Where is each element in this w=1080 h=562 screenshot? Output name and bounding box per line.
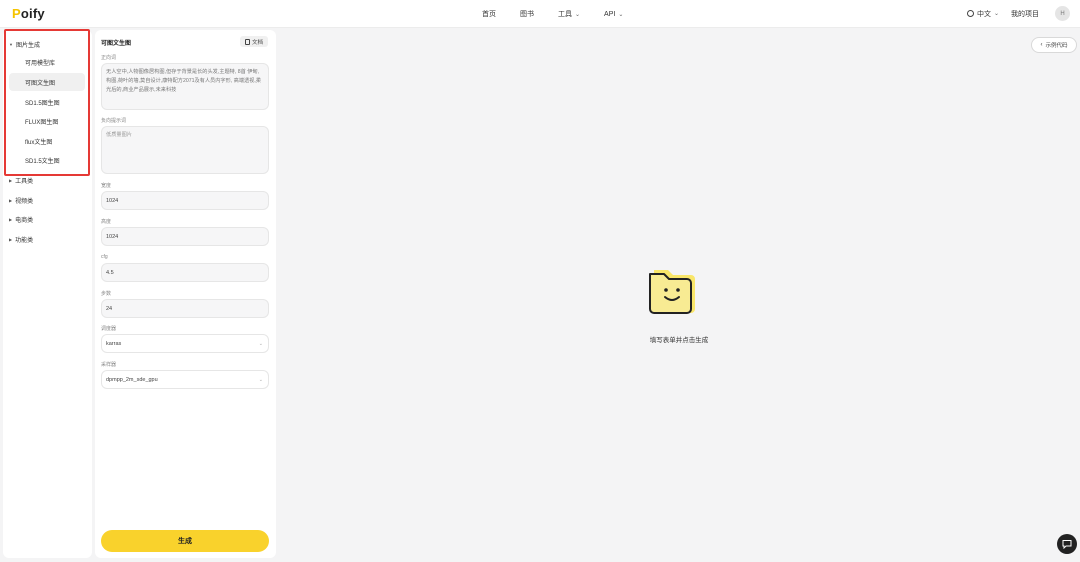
language-switch[interactable]: 中文 ⌄ (966, 9, 999, 19)
logo-text: oify (20, 6, 45, 21)
globe-icon (966, 10, 974, 17)
sidebar-item-flux-i2i[interactable]: FLUX图生图 (9, 112, 85, 130)
chevron-left-icon: ‹ (1040, 42, 1043, 48)
scheduler-label: 调度器 (101, 326, 117, 332)
steps-label: 步数 (101, 291, 112, 297)
book-icon (244, 38, 250, 45)
sampler-label: 采样器 (101, 362, 117, 368)
chat-button[interactable] (1057, 534, 1077, 554)
logo-mark: P (12, 6, 21, 21)
sample-code-button[interactable]: ‹ 示例代码 (1031, 37, 1077, 53)
empty-state-text: 填写表单并点击生成 (649, 337, 709, 344)
docs-button[interactable]: 文档 (240, 36, 268, 47)
top-bar: Poify 首页 图书 工具 ⌄ API ⌄ 中文 ⌄ 我的项目 H (0, 0, 1080, 28)
width-input[interactable]: 1024 (101, 191, 269, 210)
empty-folder-icon (644, 262, 704, 322)
nav-item-home[interactable]: 首页 (482, 9, 496, 19)
caret-right-icon: ▶ (9, 237, 13, 242)
form-panel: 可图文生图 文档 正向词 无人空中,人物图像居构图,但存于背景是长的头发,主题特… (95, 30, 276, 558)
chat-icon (1062, 540, 1072, 549)
caret-right-icon: ▶ (9, 217, 13, 222)
caret-right-icon: ▶ (9, 178, 13, 183)
my-projects-link[interactable]: 我的项目 (1011, 9, 1039, 19)
sidebar: ▼ 图片生成 可用模型库 可图文生图 SD1.5图生图 FLUX图生图 flux… (3, 30, 92, 558)
language-label: 中文 (976, 10, 991, 18)
prompt-textarea[interactable]: 无人空中,人物图像居构图,但存于背景是长的头发,主题特, 8首 伊甸,构图,荷叶… (101, 63, 269, 110)
nav-item-api[interactable]: API ⌄ (604, 9, 623, 19)
width-label: 宽度 (101, 183, 112, 189)
sidebar-item-kolors-t2i[interactable]: 可图文生图 (9, 73, 85, 91)
sidebar-group-image-gen[interactable]: ▼ 图片生成 (9, 40, 40, 49)
sidebar-item-sd15-t2i[interactable]: SD1.5文生图 (9, 151, 85, 169)
chevron-down-icon: ⌄ (258, 376, 263, 383)
cfg-input[interactable]: 4.5 (101, 263, 269, 282)
chevron-down-icon: ⌄ (993, 11, 999, 17)
nav-item-books[interactable]: 图书 (520, 9, 534, 19)
chevron-down-icon: ⌄ (258, 340, 263, 347)
chevron-down-icon: ⌄ (618, 11, 624, 18)
main-nav: 首页 图书 工具 ⌄ API ⌄ (482, 9, 647, 19)
sidebar-item-sd15-i2i[interactable]: SD1.5图生图 (9, 93, 85, 111)
height-input[interactable]: 1024 (101, 227, 269, 246)
sidebar-item-model-library[interactable]: 可用模型库 (9, 53, 85, 71)
sidebar-group-function[interactable]: ▶ 功能类 (9, 235, 33, 244)
negative-prompt-label: 负向提示词 (101, 118, 127, 124)
prompt-label: 正向词 (101, 55, 117, 61)
sidebar-group-tools[interactable]: ▶ 工具类 (9, 176, 33, 185)
generate-button[interactable]: 生成 (101, 530, 269, 552)
sidebar-item-flux-t2i[interactable]: flux文生图 (9, 132, 85, 150)
nav-item-tools[interactable]: 工具 ⌄ (558, 9, 580, 19)
chevron-down-icon: ⌄ (575, 11, 581, 18)
sampler-value: dpmpp_2m_sde_gpu (106, 376, 158, 383)
negative-prompt-textarea[interactable]: 低质量图片 (101, 126, 269, 174)
caret-right-icon: ▶ (9, 198, 13, 203)
cfg-label: cfg (101, 254, 108, 260)
scheduler-value: karras (106, 340, 122, 347)
height-label: 高度 (101, 219, 112, 225)
sidebar-group-ecommerce[interactable]: ▶ 电商类 (9, 215, 33, 224)
form-title: 可图文生图 (101, 41, 132, 47)
steps-input[interactable]: 24 (101, 299, 269, 318)
avatar[interactable]: H (1055, 6, 1070, 21)
scheduler-select[interactable]: karras ⌄ (101, 334, 269, 353)
sampler-select[interactable]: dpmpp_2m_sde_gpu ⌄ (101, 370, 269, 389)
caret-down-icon: ▼ (9, 42, 13, 47)
sidebar-group-video[interactable]: ▶ 视频类 (9, 196, 33, 205)
logo[interactable]: Poify (12, 6, 45, 21)
result-area: ‹ 示例代码 填写表单并点击生成 (279, 30, 1079, 558)
